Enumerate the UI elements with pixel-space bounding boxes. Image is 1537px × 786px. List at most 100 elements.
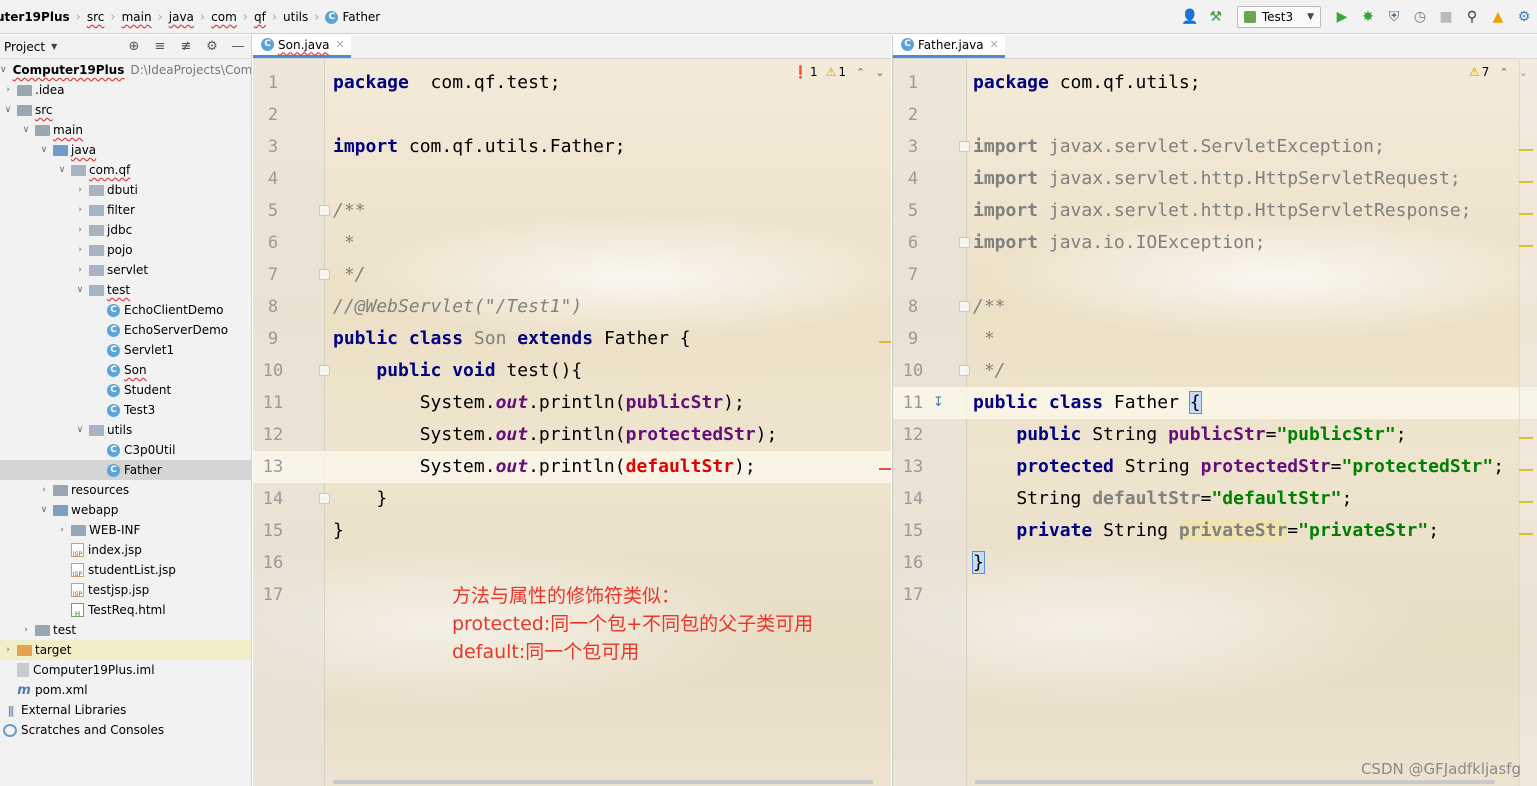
line-number[interactable]: 7 <box>893 259 933 291</box>
code-line[interactable]: 2 <box>253 99 891 131</box>
fold-marker-icon[interactable] <box>319 365 330 376</box>
warning-stripe-mark[interactable] <box>1519 149 1533 151</box>
tree-item[interactable]: ∨ main <box>0 120 251 140</box>
tree-item[interactable]: ∨ test <box>0 280 251 300</box>
code-line[interactable]: 14 String defaultStr="defaultStr"; <box>893 483 1537 515</box>
line-number[interactable]: 10 <box>893 355 933 387</box>
code-line[interactable]: 6 import java.io.IOException; <box>893 227 1537 259</box>
tree-item[interactable]: Scratches and Consoles <box>0 720 251 740</box>
tree-item[interactable]: ∨ com.qf <box>0 160 251 180</box>
line-number[interactable]: 13 <box>893 451 933 483</box>
inspection-widget[interactable]: ❗ 1 ⚠ 1 ⌃ ⌄ <box>793 65 884 79</box>
tree-item[interactable]: JSP index.jsp <box>0 540 251 560</box>
tree-item[interactable]: › dbuti <box>0 180 251 200</box>
chevron-right-icon[interactable]: › <box>74 265 86 275</box>
line-number[interactable]: 6 <box>253 227 293 259</box>
warning-stripe-mark[interactable] <box>1519 181 1533 183</box>
settings-icon[interactable]: ⚙ <box>1513 6 1535 28</box>
chevron-up-icon[interactable]: ⌃ <box>1499 66 1508 79</box>
line-number[interactable]: 8 <box>253 291 293 323</box>
tree-item[interactable]: ∨ src <box>0 100 251 120</box>
breadcrumb-item[interactable]: C Father <box>325 0 380 34</box>
fold-marker-icon[interactable] <box>319 205 330 216</box>
tree-item[interactable]: m pom.xml <box>0 680 251 700</box>
line-number[interactable]: 4 <box>253 163 293 195</box>
code-line[interactable]: 4 import javax.servlet.http.HttpServletRe… <box>893 163 1537 195</box>
horizontal-scrollbar[interactable] <box>975 780 1495 784</box>
inspection-widget[interactable]: ⚠ 7 ⌃ ⌄ <box>1461 65 1528 79</box>
line-number[interactable]: 9 <box>893 323 933 355</box>
chevron-down-icon[interactable]: ∨ <box>0 65 7 75</box>
fold-marker-icon[interactable] <box>959 301 970 312</box>
line-number[interactable]: 14 <box>893 483 933 515</box>
fold-marker-icon[interactable] <box>959 237 970 248</box>
code-line[interactable]: 1 package com.qf.utils; <box>893 67 1537 99</box>
code-line[interactable]: 14 } <box>253 483 891 515</box>
breadcrumb-item[interactable]: qf <box>254 0 266 34</box>
user-icon[interactable]: 👤 <box>1179 6 1201 28</box>
code-line[interactable]: 8 //@WebServlet("/Test1") <box>253 291 891 323</box>
hide-icon[interactable]: — <box>225 39 251 54</box>
gear-icon[interactable]: ⚙ <box>199 39 225 54</box>
tree-item[interactable]: ∨ utils <box>0 420 251 440</box>
code-line[interactable]: 12 public String publicStr="publicStr"; <box>893 419 1537 451</box>
line-number[interactable]: 1 <box>253 67 293 99</box>
build-hammer-icon[interactable]: ⚒ <box>1205 6 1227 28</box>
code-line[interactable]: 10 */ <box>893 355 1537 387</box>
tree-item[interactable]: › jdbc <box>0 220 251 240</box>
fold-marker-icon[interactable] <box>319 269 330 280</box>
line-number[interactable]: 10 <box>253 355 293 387</box>
expand-all-icon[interactable]: ≡ <box>147 39 173 54</box>
code-line[interactable]: 3 import com.qf.utils.Father; <box>253 131 891 163</box>
chevron-right-icon[interactable]: › <box>74 225 86 235</box>
code-line[interactable]: 13 protected String protectedStr="protec… <box>893 451 1537 483</box>
code-line[interactable]: 10 public void test(){ <box>253 355 891 387</box>
tree-item[interactable]: C C3p0Util <box>0 440 251 460</box>
code-line[interactable]: 15 private String privateStr="privateStr… <box>893 515 1537 547</box>
tree-item[interactable]: C Son <box>0 360 251 380</box>
chevron-right-icon[interactable]: › <box>74 185 86 195</box>
debug-icon[interactable]: ✸ <box>1357 6 1379 28</box>
error-stripe-mark[interactable] <box>879 468 891 470</box>
line-number[interactable]: 17 <box>253 579 293 611</box>
line-number[interactable]: 17 <box>893 579 933 611</box>
tree-item[interactable]: › filter <box>0 200 251 220</box>
line-number[interactable]: 8 <box>893 291 933 323</box>
chevron-right-icon[interactable]: › <box>2 645 14 655</box>
line-number[interactable]: 11 <box>893 387 933 419</box>
tree-item[interactable]: C Father <box>0 460 251 480</box>
breadcrumb-item[interactable]: src <box>87 0 105 34</box>
line-number[interactable]: 15 <box>893 515 933 547</box>
code-line[interactable]: 12 System.out.println(protectedStr); <box>253 419 891 451</box>
chevron-right-icon[interactable]: › <box>74 205 86 215</box>
line-number[interactable]: 11 <box>253 387 293 419</box>
breadcrumb-item[interactable]: main <box>122 0 152 34</box>
code-line[interactable]: 4 <box>253 163 891 195</box>
tree-item[interactable]: C EchoServerDemo <box>0 320 251 340</box>
code-line[interactable]: 11 System.out.println(publicStr); <box>253 387 891 419</box>
breadcrumb-item[interactable]: utils <box>283 0 308 34</box>
search-icon[interactable]: ⚲ <box>1461 6 1483 28</box>
code-line[interactable]: 16 <box>253 547 891 579</box>
tree-item[interactable]: ||| External Libraries <box>0 700 251 720</box>
line-number[interactable]: 3 <box>893 131 933 163</box>
tree-item[interactable]: H TestReq.html <box>0 600 251 620</box>
tree-item[interactable]: ∨ webapp <box>0 500 251 520</box>
chevron-down-icon[interactable]: ∨ <box>2 105 14 115</box>
stop-icon[interactable]: ■ <box>1435 6 1457 28</box>
line-number[interactable]: 2 <box>893 99 933 131</box>
project-view-selector[interactable]: Project <box>4 40 45 54</box>
code-line[interactable]: 5 /** <box>253 195 891 227</box>
tree-item[interactable]: › servlet <box>0 260 251 280</box>
collapse-all-icon[interactable]: ≢ <box>173 39 199 54</box>
chevron-right-icon[interactable]: › <box>74 245 86 255</box>
tree-item[interactable]: C Student <box>0 380 251 400</box>
code-line[interactable]: 9 public class Son extends Father { <box>253 323 891 355</box>
chevron-down-icon[interactable]: ∨ <box>38 145 50 155</box>
locate-icon[interactable]: ⊕ <box>121 39 147 54</box>
tree-item[interactable]: ∨ Computer19Plus D:\IdeaProjects\Comp <box>0 60 251 80</box>
tree-item[interactable]: C EchoClientDemo <box>0 300 251 320</box>
tree-item[interactable]: ∨ java <box>0 140 251 160</box>
chevron-down-icon[interactable]: ∨ <box>74 425 86 435</box>
warning-stripe-mark[interactable] <box>1519 469 1533 471</box>
